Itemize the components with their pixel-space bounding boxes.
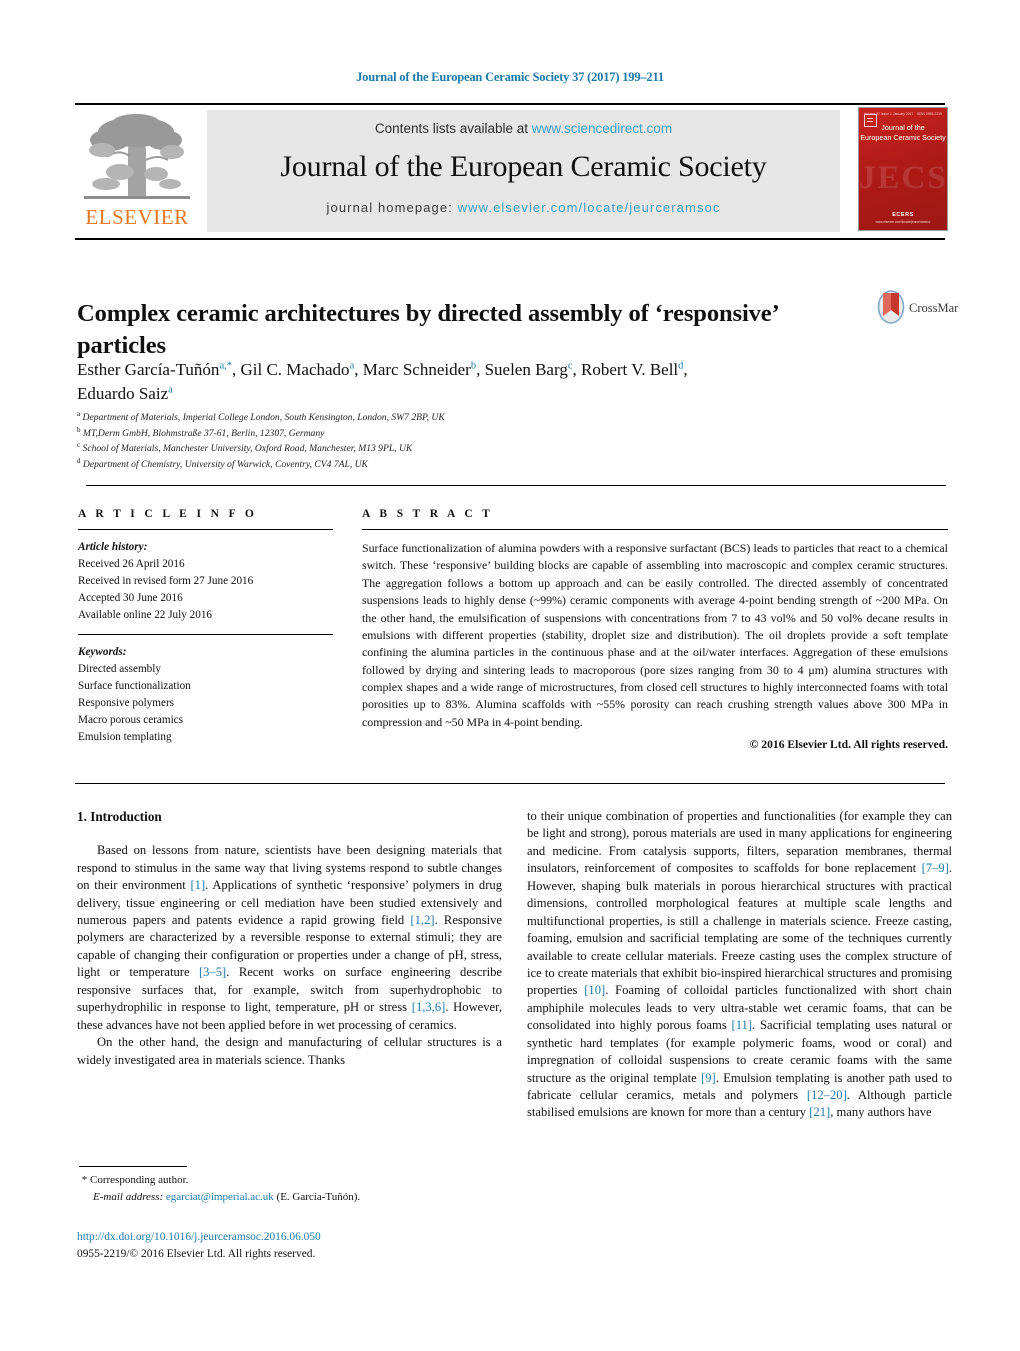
citation-ref[interactable]: [7–9] bbox=[922, 861, 949, 875]
abstract-heading: A B S T R A C T bbox=[362, 508, 494, 520]
crossmark-icon: CrossMark bbox=[877, 290, 959, 324]
keyword-item: Emulsion templating bbox=[78, 731, 172, 744]
affiliation-item: c School of Materials, Manchester Univer… bbox=[77, 441, 697, 457]
elsevier-logo: ELSEVIER bbox=[76, 110, 198, 232]
homepage-prefix: journal homepage: bbox=[326, 200, 458, 215]
body-column-right: to their unique combination of propertie… bbox=[527, 808, 952, 1122]
citation-ref[interactable]: [12–20] bbox=[807, 1088, 847, 1102]
citation-ref[interactable]: [3–5] bbox=[199, 965, 226, 979]
cover-logo-icon bbox=[864, 114, 877, 127]
body-paragraph: to their unique combination of propertie… bbox=[527, 809, 952, 1120]
masthead-band: Contents lists available at www.scienced… bbox=[207, 110, 840, 232]
abstract-column: A B S T R A C T Surface functionalizatio… bbox=[362, 508, 948, 751]
affiliation-mark: c bbox=[77, 440, 81, 449]
citation-ref[interactable]: [1,3,6] bbox=[412, 1000, 446, 1014]
citation-ref[interactable]: [9] bbox=[701, 1071, 716, 1085]
body-paragraph: Based on lessons from nature, scientists… bbox=[77, 843, 502, 1032]
affiliation-item: b MT,Derm GmbH, Blohmstraße 37-61, Berli… bbox=[77, 426, 697, 442]
sciencedirect-link[interactable]: www.sciencedirect.com bbox=[532, 121, 672, 136]
corresponding-text: Corresponding author. bbox=[90, 1174, 189, 1186]
citation-ref[interactable]: [1] bbox=[190, 878, 205, 892]
paper-page: Journal of the European Ceramic Society … bbox=[0, 0, 1020, 1351]
affiliation-mark: a bbox=[77, 409, 81, 418]
keyword-item: Surface functionalization bbox=[78, 680, 191, 693]
running-head: Journal of the European Ceramic Society … bbox=[356, 70, 664, 84]
author-affil-mark: b bbox=[470, 360, 477, 372]
elsevier-wordmark: ELSEVIER bbox=[85, 205, 189, 229]
citation-ref[interactable]: [10] bbox=[584, 983, 605, 997]
citation-ref[interactable]: [11] bbox=[732, 1018, 753, 1032]
keywords-block: Keywords: Directed assembly Surface func… bbox=[78, 644, 333, 746]
abstract-rule bbox=[362, 529, 948, 530]
affiliation-item: a Department of Materials, Imperial Coll… bbox=[77, 410, 697, 426]
author-affil-mark: c bbox=[567, 360, 573, 372]
journal-title: Journal of the European Ceramic Society bbox=[280, 150, 767, 183]
article-history-item: Available online 22 July 2016 bbox=[78, 609, 213, 622]
citation-ref[interactable]: [21] bbox=[809, 1105, 830, 1119]
affiliation-text: MT,Derm GmbH, Blohmstraße 37-61, Berlin,… bbox=[82, 427, 325, 439]
cover-issn-text: ISSN 0955-2219 bbox=[917, 112, 942, 116]
corresponding-marker: * bbox=[81, 1174, 88, 1186]
footnote-block: * Corresponding author. E-mail address: … bbox=[79, 1172, 499, 1205]
keyword-item: Directed assembly bbox=[78, 663, 161, 676]
author-affil-mark: a bbox=[168, 384, 173, 396]
keyword-item: Responsive polymers bbox=[78, 697, 175, 710]
affiliation-list: a Department of Materials, Imperial Coll… bbox=[77, 410, 697, 472]
article-info-rule bbox=[78, 529, 333, 530]
corresponding-author-note: * Corresponding author. bbox=[79, 1172, 499, 1189]
email-owner: (E. García-Tuñón). bbox=[276, 1190, 361, 1203]
contents-line: Contents lists available at www.scienced… bbox=[207, 121, 840, 136]
journal-homepage-link[interactable]: www.elsevier.com/locate/jeurceramsoc bbox=[458, 200, 721, 215]
article-history-item: Accepted 30 June 2016 bbox=[78, 592, 183, 605]
email-link[interactable]: egarciat@imperial.ac.uk bbox=[166, 1191, 274, 1203]
article-history-label: Article history: bbox=[78, 541, 148, 553]
keywords-label: Keywords: bbox=[78, 646, 127, 659]
cover-url: www.elsevier.com/locate/jeurceramsoc bbox=[875, 220, 931, 224]
elsevier-tree-icon bbox=[84, 114, 190, 199]
keywords-rule bbox=[78, 634, 333, 636]
email-note: E-mail address: egarciat@imperial.ac.uk … bbox=[79, 1189, 499, 1206]
author-affil-mark: a bbox=[349, 360, 355, 372]
footnote-rule bbox=[79, 1166, 187, 1167]
cover-watermark: JECS bbox=[859, 160, 948, 196]
footer-block: http://dx.doi.org/10.1016/j.jeurceramsoc… bbox=[77, 1229, 507, 1263]
affiliation-mark: d bbox=[77, 456, 81, 465]
doi-link[interactable]: http://dx.doi.org/10.1016/j.jeurceramsoc… bbox=[77, 1229, 507, 1246]
affiliation-item: d Department of Chemistry, University of… bbox=[77, 457, 697, 473]
issn-copyright-line: 0955-2219/© 2016 Elsevier Ltd. All right… bbox=[77, 1248, 316, 1261]
affiliation-text: School of Materials, Manchester Universi… bbox=[82, 443, 413, 455]
author-affil-mark: a,* bbox=[219, 360, 232, 372]
affiliation-text: Department of Chemistry, University of W… bbox=[82, 458, 368, 470]
section-heading-introduction: 1. Introduction bbox=[77, 809, 162, 824]
article-info-column: A R T I C L E I N F O Article history: R… bbox=[78, 508, 333, 746]
citation-ref[interactable]: [1,2] bbox=[410, 913, 434, 927]
article-history-item: Received 26 April 2016 bbox=[78, 558, 185, 571]
homepage-line: journal homepage: www.elsevier.com/locat… bbox=[207, 200, 840, 215]
contents-prefix: Contents lists available at bbox=[374, 121, 532, 136]
affiliation-text: Department of Materials, Imperial Colleg… bbox=[82, 412, 445, 423]
author-affil-mark: d bbox=[678, 360, 684, 372]
masthead-rule-top bbox=[75, 103, 945, 105]
body-paragraph: On the other hand, the design and manufa… bbox=[77, 1035, 502, 1067]
cover-footer: ECERS www.elsevier.com/locate/jeurcerams… bbox=[859, 212, 947, 224]
body-separator-rule bbox=[75, 783, 945, 784]
article-history-item: Received in revised form 27 June 2016 bbox=[78, 575, 254, 588]
cover-society-name: ECERS bbox=[892, 212, 914, 218]
abstract-copyright: © 2016 Elsevier Ltd. All rights reserved… bbox=[749, 738, 948, 752]
keyword-item: Macro porous ceramics bbox=[78, 714, 183, 727]
article-history-block: Article history: Received 26 April 2016 … bbox=[78, 539, 333, 624]
svg-text:CrossMark: CrossMark bbox=[909, 301, 959, 315]
affiliation-mark: b bbox=[77, 425, 81, 434]
body-column-left: 1. Introduction Based on lessons from na… bbox=[77, 808, 502, 1069]
journal-cover-thumbnail: Volume 37 Issue 1 January 2017 ISSN 0955… bbox=[858, 107, 948, 231]
abstract-text: Surface functionalization of alumina pow… bbox=[362, 541, 948, 729]
masthead-rule-bottom bbox=[75, 238, 945, 240]
info-separator-rule bbox=[86, 485, 946, 486]
email-label: E-mail address: bbox=[93, 1190, 164, 1203]
page-title: Complex ceramic architectures by directe… bbox=[77, 300, 778, 359]
crossmark-badge[interactable]: CrossMark bbox=[877, 286, 959, 330]
article-info-heading: A R T I C L E I N F O bbox=[78, 508, 258, 520]
author-list: Esther García-Tuñóna,*, Gil C. Machadoa,… bbox=[77, 360, 688, 404]
